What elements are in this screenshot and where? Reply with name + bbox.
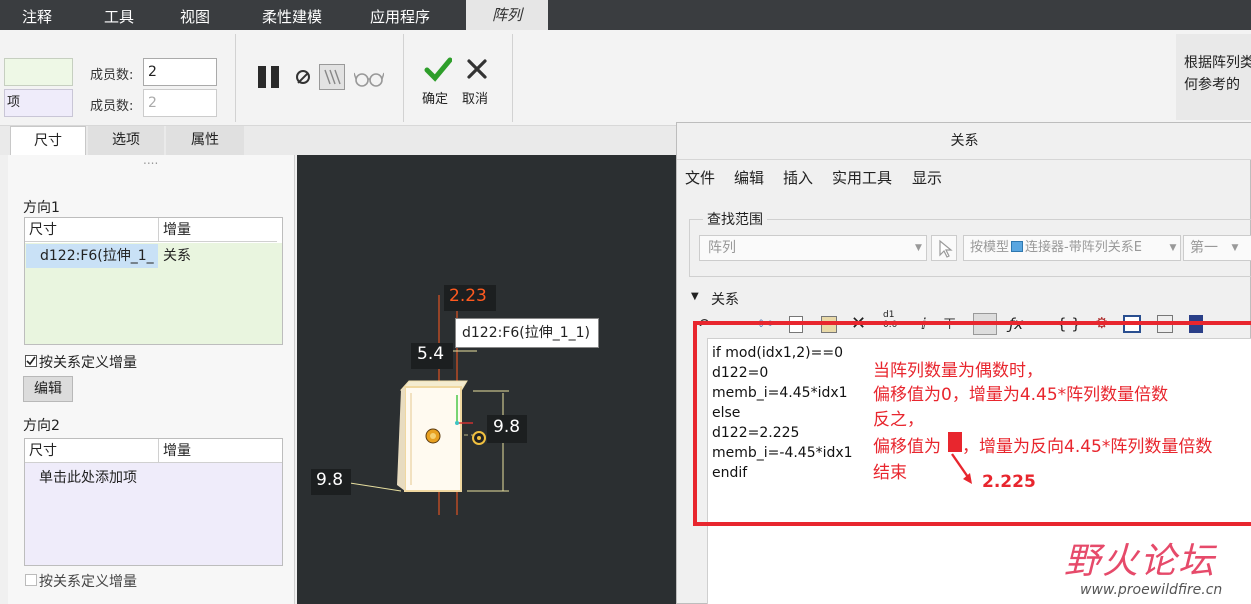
define-increment-label-1: 按关系定义增量 (39, 355, 137, 371)
define-increment-label-2: 按关系定义增量 (39, 574, 137, 590)
direction2-title: 方向2 (23, 418, 60, 434)
cancel-label: 取消 (462, 92, 489, 107)
help-text-line1: 根据阵列类 (1184, 55, 1251, 71)
menu-bar: 注释 工具 视图 柔性建模 应用程序 阵列 (0, 0, 1251, 30)
tab-dimensions[interactable]: 尺寸 (10, 126, 86, 155)
dialog-menu-utilities[interactable]: 实用工具 (832, 167, 892, 188)
tab-properties[interactable]: 属性 (166, 126, 244, 155)
member-count-label-2: 成员数: (90, 99, 134, 114)
chevron-down-icon: ▼ (915, 243, 922, 253)
property-tabs: 尺寸 选项 属性 (0, 126, 680, 155)
ribbon-divider (512, 34, 513, 122)
model-geometry (336, 295, 509, 515)
direction1-table: 尺寸 增量 d122:F6(拉伸_1_ 关系 (24, 217, 283, 345)
arrow-icon (951, 453, 972, 484)
dialog-menu-insert[interactable]: 插入 (783, 167, 813, 188)
help-text-line2: 何参考的 (1184, 77, 1240, 93)
direction1-title: 方向1 (23, 200, 60, 216)
direction1-reference-field[interactable] (4, 58, 73, 86)
member-count-label-1: 成员数: (90, 68, 134, 83)
pause-icon[interactable] (258, 66, 280, 88)
annotation-line5: 结束 (873, 463, 907, 483)
watermark-url: www.proewildfire.cn (1080, 582, 1223, 598)
dialog-menu-edit[interactable]: 编辑 (734, 167, 764, 188)
member-count-input-2[interactable]: 2 (143, 89, 217, 117)
menu-item-applications[interactable]: 应用程序 (370, 6, 430, 27)
find-scope-label: 查找范围 (703, 209, 767, 229)
checkmark-icon (424, 57, 452, 82)
watermark-title: 野火论坛 (1064, 541, 1217, 582)
glasses-icon[interactable] (353, 68, 385, 88)
help-panel: 根据阵列类 何参考的 (1176, 34, 1251, 120)
dimension-bottom[interactable]: 9.8 (316, 470, 343, 490)
dimension-top[interactable]: 2.23 (449, 286, 487, 306)
relations-label: 关系 (711, 292, 739, 308)
column-header-dimension: 尺寸 (25, 218, 159, 242)
no-preview-icon[interactable] (296, 70, 310, 84)
panel-drag-handle[interactable]: .... (143, 153, 158, 167)
member-count-input-1[interactable]: 2 (143, 58, 217, 86)
table-cell-increment[interactable]: 关系 (163, 244, 191, 268)
column-header-increment: 增量 (159, 439, 282, 463)
confirm-button[interactable]: 确定 (420, 54, 456, 120)
confirm-label: 确定 (422, 92, 449, 107)
dimension-left[interactable]: 5.4 (417, 344, 444, 364)
dimension-right[interactable]: 9.8 (493, 417, 520, 437)
chevron-down-icon: ▼ (1166, 236, 1180, 260)
define-increment-checkbox-2[interactable] (25, 574, 37, 586)
dimension-left-box: 5.4 (411, 343, 453, 369)
dialog-menu-file[interactable]: 文件 (685, 167, 715, 188)
ribbon-divider (235, 34, 236, 122)
close-icon (467, 59, 487, 79)
scope-select[interactable]: 阵列 (699, 235, 927, 261)
annotation-line4a: 偏移值为 (873, 437, 941, 457)
direction2-table: 尺寸 增量 单击此处添加项 (24, 438, 283, 566)
model-name: 连接器-带阵列关系E (1025, 240, 1142, 255)
table-cell-dimension[interactable]: d122:F6(拉伸_1_ (26, 244, 158, 268)
check-icon (26, 356, 36, 366)
model-viewport[interactable]: 2.23 5.4 9.8 9.8 (297, 155, 677, 604)
model-select-label: 按模型 (970, 240, 1010, 255)
dialog-title: 关系 (677, 123, 1251, 159)
column-header-increment: 增量 (159, 218, 277, 242)
highlight-box (693, 321, 1251, 526)
annotation-line3: 反之， (873, 410, 924, 430)
select-cursor-icon[interactable] (931, 235, 957, 261)
annotation-line2: 偏移值为0，增量为4.45*阵列数量倍数 (873, 385, 1169, 405)
menu-item-view[interactable]: 视图 (180, 6, 210, 27)
redaction-mark (948, 432, 962, 452)
title-divider (677, 159, 1251, 160)
dimension-tooltip: d122:F6(拉伸_1_1) (455, 318, 599, 348)
ribbon-divider (403, 34, 404, 122)
direction2-reference-field[interactable]: 项 (4, 89, 73, 117)
dimension-right-box: 9.8 (487, 415, 527, 443)
annotation-line1: 当阵列数量为偶数时， (873, 361, 1043, 381)
define-increment-checkbox-1[interactable] (25, 355, 37, 367)
dimension-bottom-box: 9.8 (311, 469, 351, 495)
ribbon: 项 成员数: 2 成员数: 2 确定 取消 根据阵列类 何参考的 (0, 30, 1251, 126)
dimensions-panel: .... 方向1 尺寸 增量 d122:F6(拉伸_1_ 关系 按关系定义增量 … (8, 153, 295, 604)
add-item-row[interactable]: 单击此处添加项 (39, 467, 137, 487)
part-icon (1011, 241, 1024, 252)
chevron-down-icon: ▼ (1231, 243, 1239, 253)
column-header-dimension: 尺寸 (25, 439, 159, 463)
cancel-button[interactable]: 取消 (460, 54, 496, 120)
pattern-preview-icon[interactable] (319, 64, 345, 90)
model-select[interactable]: 按模型 连接器-带阵列关系E (963, 235, 1181, 261)
annotation-line4b: ，增量为反向4.45*阵列数量倍数 (962, 437, 1213, 457)
menu-item-tools[interactable]: 工具 (104, 6, 134, 27)
menu-item-flexible-modeling[interactable]: 柔性建模 (262, 6, 322, 27)
tab-options[interactable]: 选项 (88, 126, 164, 155)
edit-button[interactable]: 编辑 (23, 376, 73, 402)
tab-pattern[interactable]: 阵列 (466, 0, 548, 30)
dialog-menu-display[interactable]: 显示 (912, 167, 942, 188)
dimension-top-box: 2.23 (444, 285, 496, 311)
annotation-value: 2.225 (982, 472, 1036, 492)
menu-item-annotate[interactable]: 注释 (22, 6, 52, 27)
collapse-arrow-icon[interactable]: ▼ (691, 291, 699, 302)
